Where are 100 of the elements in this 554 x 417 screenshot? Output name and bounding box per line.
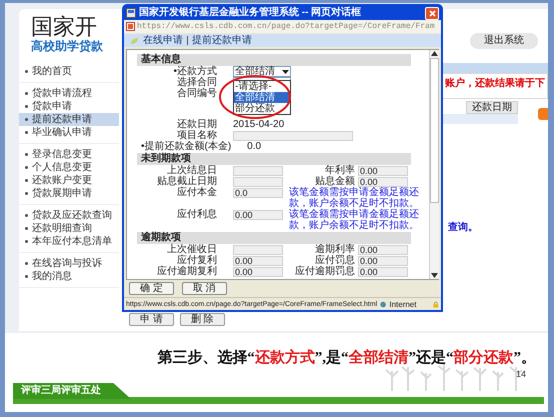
sidebar-item[interactable]: 我的首页	[19, 65, 119, 78]
page-number: 14	[516, 369, 526, 379]
input-field[interactable]: 0.00	[233, 266, 283, 276]
input-field[interactable]: 0.00	[358, 256, 408, 266]
sidebar-item[interactable]: 本年应付本息清单	[19, 235, 119, 248]
column-header: 还款日期	[466, 101, 518, 114]
app-icon	[126, 8, 136, 18]
bullet-icon	[25, 131, 28, 134]
bullet-icon	[25, 179, 28, 182]
input-field[interactable]: 0.00	[358, 244, 408, 254]
field-label: 选择合同	[176, 77, 217, 88]
page-icon	[126, 22, 135, 31]
dropdown-option[interactable]: 全部结清	[234, 92, 290, 103]
field-label: 项目名称	[176, 130, 217, 141]
field-label: 应付罚息	[314, 255, 355, 266]
input-field[interactable]: 0.00	[233, 210, 283, 220]
sidebar-item[interactable]: 我的消息	[19, 270, 119, 283]
input-field[interactable]	[233, 130, 353, 140]
bullet-icon	[25, 70, 28, 73]
security-zone: Internet	[389, 300, 416, 308]
bullet-icon	[25, 166, 28, 169]
sidebar-item[interactable]: 在线咨询与投诉	[19, 257, 119, 270]
field-label: 应付逾期复利	[156, 266, 217, 277]
form-button[interactable]: 删 除	[180, 313, 225, 326]
leaf-icon	[130, 36, 139, 44]
dropdown-option[interactable]: -请选择-	[234, 81, 290, 92]
breadcrumb-item[interactable]: 提前还款申请	[192, 34, 252, 46]
sidebar-item[interactable]: 还款账户变更	[19, 174, 119, 187]
input-field[interactable]	[233, 166, 283, 176]
field-label: 还款日期	[176, 119, 217, 130]
hint-text: 查询。	[447, 222, 479, 234]
sidebar-item[interactable]: 还款明细查询	[19, 222, 119, 235]
scroll-down-icon[interactable]	[431, 273, 438, 278]
field-label: 应付利息	[176, 209, 217, 220]
sidebar-item[interactable]: 个人信息变更	[19, 161, 119, 174]
bullet-icon	[25, 227, 28, 230]
sidebar-item[interactable]: 贷款申请流程	[19, 87, 119, 100]
field-label: 年利率	[325, 165, 355, 176]
caret-icon	[282, 70, 289, 74]
sidebar-item[interactable]: 毕业确认申请	[19, 126, 119, 139]
section-header: 未到期款项	[137, 153, 411, 165]
field-label: 应付逾期罚息	[294, 266, 355, 277]
lock-icon	[433, 300, 439, 308]
field-label: 应付复利	[176, 255, 217, 266]
footer-label: 评审三局评审五处	[13, 383, 131, 399]
dropdown-option[interactable]: 部分还款	[234, 103, 290, 114]
close-icon	[428, 10, 436, 16]
field-label: •提前还款金额(本金)	[141, 141, 232, 152]
field-label: 合同编号	[176, 88, 217, 99]
field-label: 逾期利率	[314, 244, 355, 255]
dialog-button[interactable]: 确 定	[129, 282, 174, 295]
sidebar-item[interactable]: 贷款展期申请	[19, 187, 119, 200]
sidebar-item[interactable]: 贷款及应还款查询	[19, 209, 119, 222]
bullet-icon	[25, 214, 28, 217]
input-field[interactable]: 0.00	[358, 176, 408, 186]
step-caption: 第三步、选择“还款方式”,是“全部结清”还是“部分还款”。	[157, 349, 536, 367]
close-button[interactable]	[425, 6, 439, 20]
field-label: 应付本金	[176, 187, 217, 198]
form-button[interactable]: 申 请	[129, 313, 174, 326]
input-field[interactable]: 0.00	[233, 256, 283, 266]
field-label: 贴息截止日期	[156, 176, 217, 187]
input-field[interactable]: 0.0	[233, 188, 283, 198]
sidebar-item[interactable]: 提前还款申请	[19, 113, 119, 126]
bullet-icon	[25, 240, 28, 243]
input-field[interactable]: 0.00	[358, 166, 408, 176]
bullet-icon	[25, 192, 28, 195]
sidebar-item[interactable]: 贷款申请	[19, 100, 119, 113]
bullet-icon	[25, 262, 28, 265]
ellipse-annotation	[219, 75, 291, 119]
site-title: 国家开	[31, 15, 98, 39]
note-text: 该笔金额需按申请金额足额还款，账户余额不足时不扣款。	[289, 187, 420, 209]
field-label: 上次催收日	[166, 244, 217, 255]
bullet-icon	[25, 275, 28, 278]
logo-icon	[538, 107, 548, 121]
field-label: 上次结息日	[167, 165, 217, 176]
dropdown-field[interactable]: 全部结清	[233, 66, 291, 77]
bullet-icon	[25, 105, 28, 108]
section-header: 基本信息	[137, 54, 411, 66]
site-subtitle: 高校助学贷款	[31, 39, 103, 53]
dialog-title: 国家开发银行基层金融业务管理系统 -- 网页对话框	[139, 7, 362, 19]
field-value: 2015-04-20	[233, 119, 284, 130]
globe-icon	[380, 300, 386, 308]
field-label: 贴息金额	[314, 176, 355, 187]
bullet-icon	[25, 92, 28, 95]
note-text: 该笔金额需按申请金额足额还款，账户余额不足时不扣款。	[289, 209, 420, 231]
logout-button[interactable]: 退出系统	[470, 33, 538, 49]
field-value: 0.0	[247, 141, 262, 152]
scroll-up-icon[interactable]	[431, 51, 438, 56]
dialog-button[interactable]: 取 消	[182, 282, 227, 295]
address-text: https://www.csls.cdb.com.cn/page.do?targetPage=/CoreFrame/Fram	[137, 22, 435, 32]
scrollbar[interactable]	[429, 50, 439, 279]
input-field[interactable]	[233, 176, 283, 186]
breadcrumb-item[interactable]: 在线申请	[143, 34, 183, 46]
sidebar-item[interactable]: 登录信息变更	[19, 148, 119, 161]
notice-text: 账户，还款结果请于下	[445, 78, 545, 90]
section-header: 逾期款项	[137, 232, 411, 244]
input-field[interactable]: 0.00	[358, 266, 408, 276]
bullet-icon	[25, 153, 28, 156]
scrollbar-thumb[interactable]	[430, 58, 439, 203]
input-field[interactable]	[233, 244, 283, 254]
